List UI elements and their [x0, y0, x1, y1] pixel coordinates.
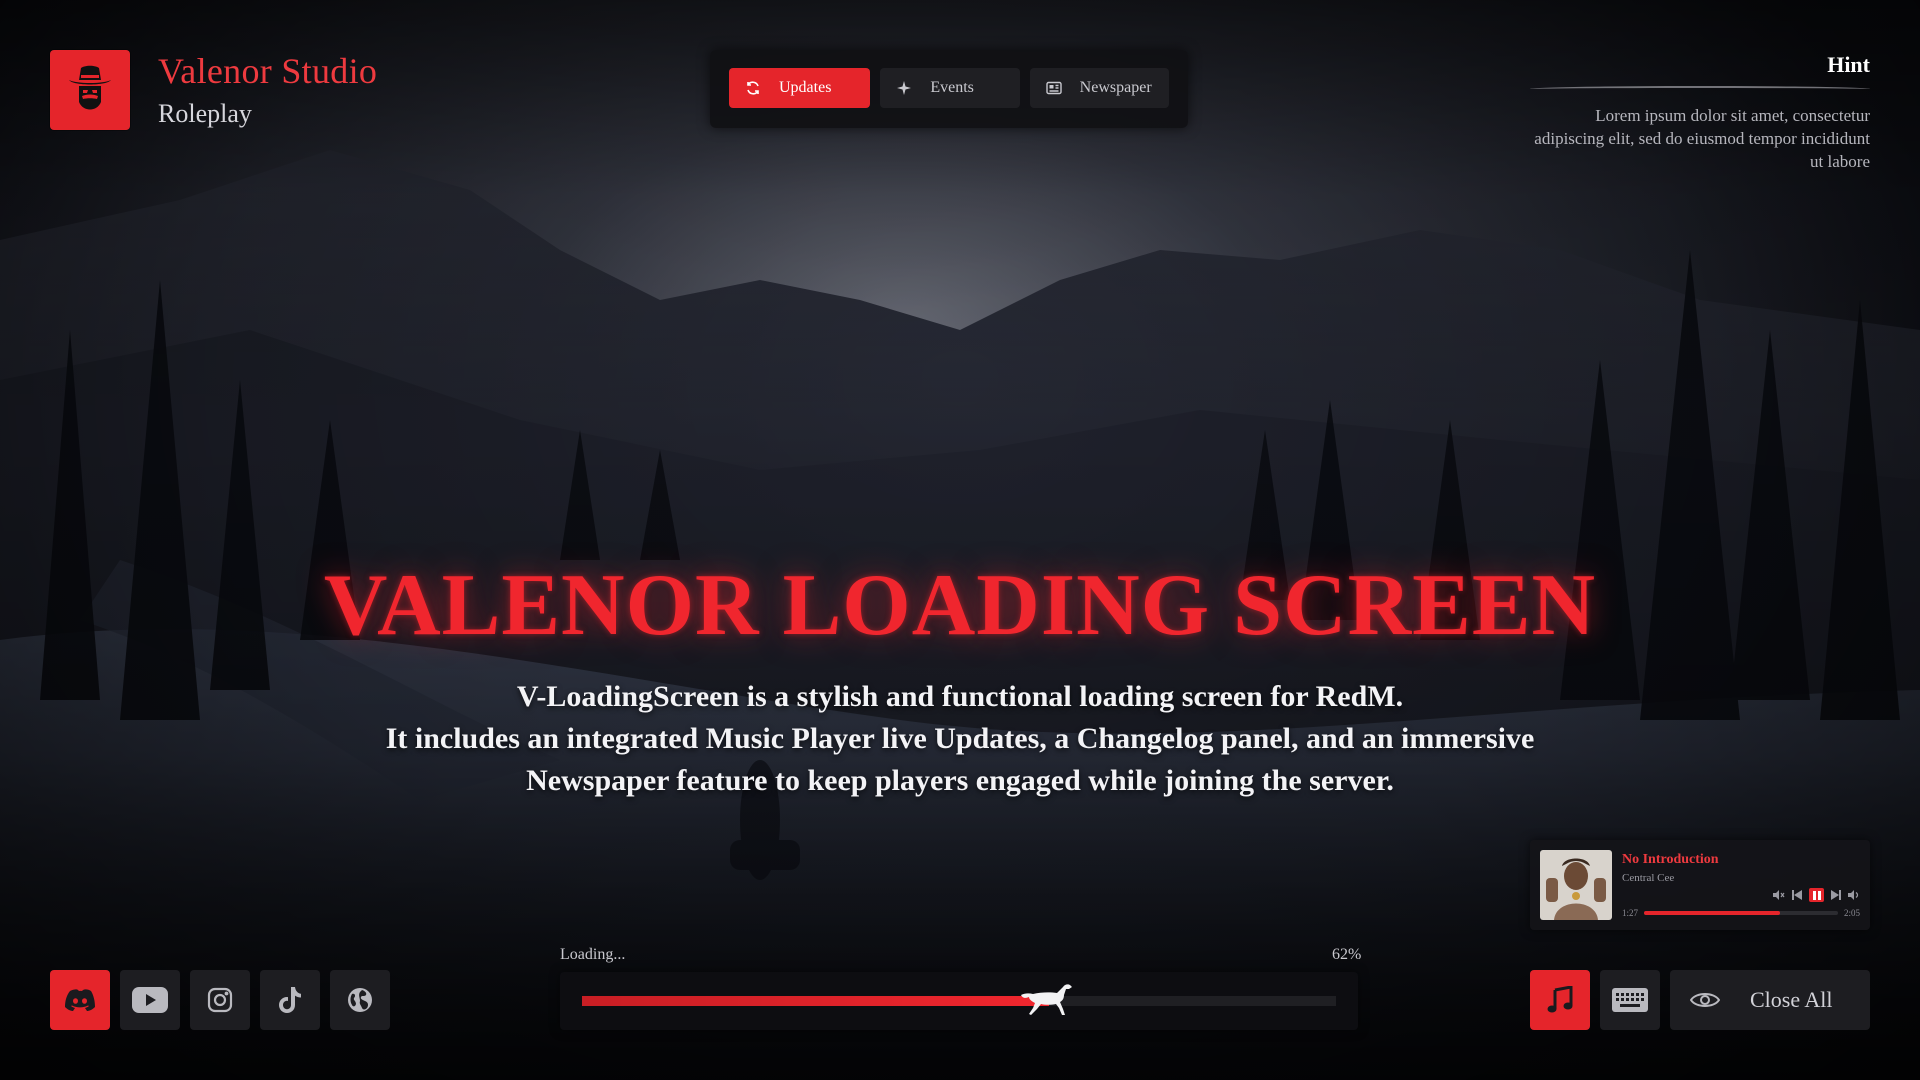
top-nav: Updates Events Newspaper — [710, 50, 1188, 128]
discord-button[interactable] — [50, 970, 110, 1030]
music-player: No Introduction Central Cee 1:27 2:05 — [1530, 840, 1870, 930]
eye-icon — [1690, 993, 1720, 1007]
refresh-icon — [747, 81, 759, 95]
loading-label: Loading... — [560, 946, 626, 963]
tab-updates[interactable]: Updates — [729, 68, 871, 108]
song-progress-bar[interactable] — [1644, 911, 1838, 915]
youtube-button[interactable] — [120, 970, 180, 1030]
bottom-right-controls: Close All — [1530, 970, 1870, 1030]
cowboy-logo-icon — [50, 50, 130, 130]
close-all-button[interactable]: Close All — [1670, 970, 1870, 1030]
music-note-icon — [1547, 986, 1573, 1013]
hint-panel: Hint Lorem ipsum dolor sit amet, consect… — [1530, 52, 1870, 173]
sparkle-icon — [897, 81, 912, 95]
instagram-button[interactable] — [190, 970, 250, 1030]
hero-description-line: V-LoadingScreen is a stylish and functio… — [516, 680, 1404, 713]
social-links — [50, 970, 390, 1030]
discord-icon — [65, 989, 95, 1011]
song-progress-fill — [1644, 911, 1780, 915]
loading-fill — [582, 996, 1050, 1006]
loading-bar — [560, 972, 1358, 1030]
brand: Valenor Studio Roleplay — [50, 50, 377, 130]
tab-newspaper-label: Newspaper — [1079, 79, 1152, 96]
close-all-label: Close All — [1750, 987, 1833, 1012]
keyboard-icon — [1612, 988, 1648, 1012]
hint-text: Lorem ipsum dolor sit amet, consectetur … — [1534, 106, 1870, 171]
website-button[interactable] — [330, 970, 390, 1030]
mute-icon[interactable] — [1773, 889, 1785, 901]
music-toggle-button[interactable] — [1530, 970, 1590, 1030]
album-cover — [1540, 850, 1612, 920]
player-timeline: 1:27 2:05 — [1622, 908, 1860, 918]
song-artist: Central Cee — [1622, 872, 1675, 884]
youtube-icon — [132, 987, 168, 1013]
brand-name: Valenor Studio — [158, 51, 378, 91]
tab-newspaper[interactable]: Newspaper — [1029, 68, 1170, 108]
tiktok-icon — [279, 987, 301, 1013]
tab-events[interactable]: Events — [880, 68, 1020, 108]
hint-divider — [1530, 86, 1870, 92]
newspaper-icon — [1045, 81, 1062, 95]
song-title: No Introduction — [1622, 852, 1719, 867]
total-time: 2:05 — [1843, 908, 1860, 918]
globe-icon — [348, 988, 372, 1012]
horse-icon — [1021, 984, 1073, 1015]
tab-updates-label: Updates — [779, 79, 832, 96]
hero-description-line: Newspaper feature to keep players engage… — [526, 764, 1394, 797]
pause-icon[interactable] — [1809, 888, 1824, 902]
previous-icon[interactable] — [1791, 889, 1803, 901]
brand-subtitle: Roleplay — [158, 99, 252, 128]
loading-track — [582, 984, 1336, 1015]
loading-percent: 62% — [1332, 946, 1362, 963]
tiktok-button[interactable] — [260, 970, 320, 1030]
hero-description-line: It includes an integrated Music Player l… — [385, 722, 1535, 755]
keyboard-button[interactable] — [1600, 970, 1660, 1030]
next-icon[interactable] — [1830, 889, 1842, 901]
volume-icon[interactable] — [1848, 889, 1860, 901]
instagram-icon — [207, 987, 233, 1013]
tab-events-label: Events — [930, 79, 974, 96]
hint-title: Hint — [1827, 52, 1870, 77]
hero-description: V-LoadingScreen is a stylish and functio… — [260, 676, 1660, 802]
hero-title: VALENOR LOADING SCREEN — [323, 557, 1597, 654]
elapsed-time: 1:27 — [1622, 908, 1639, 918]
player-controls — [1773, 888, 1860, 902]
